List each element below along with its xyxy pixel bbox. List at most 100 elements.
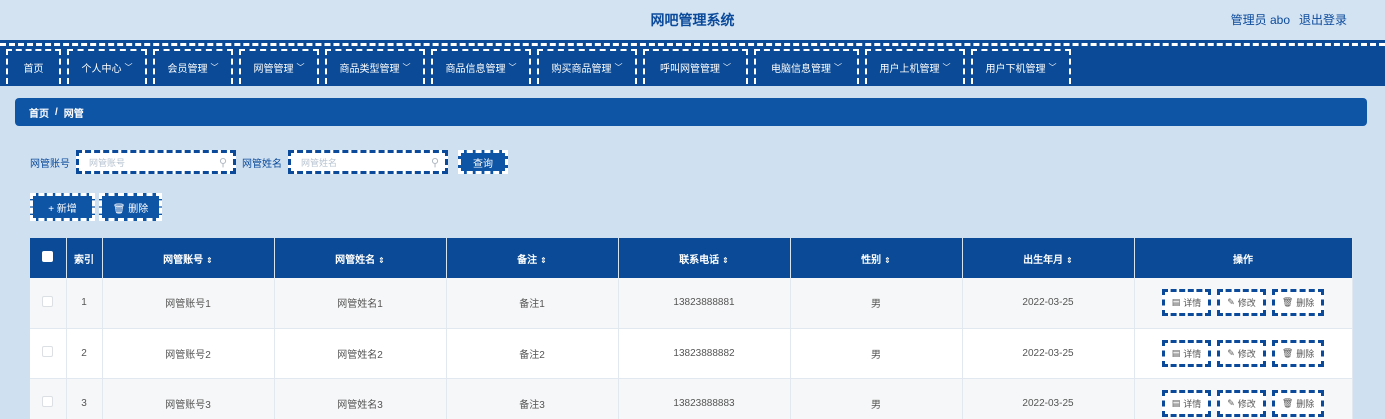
col-name[interactable]: 网管姓名 ⇕: [274, 238, 447, 278]
chevron-down-icon: ﹀: [834, 63, 842, 72]
cell-ops: ▤ 详情 ✎ 修改 🗑 删除: [1134, 328, 1353, 379]
chevron-down-icon: ﹀: [723, 63, 731, 72]
cell-ops: ▤ 详情 ✎ 修改 🗑 删除: [1134, 378, 1353, 419]
cell-account: 网管账号1: [102, 278, 275, 329]
sort-icon[interactable]: ⇕: [884, 256, 891, 265]
detail-button[interactable]: ▤ 详情: [1161, 339, 1212, 367]
chevron-down-icon: ﹀: [508, 63, 517, 72]
row-checkbox[interactable]: [42, 346, 54, 357]
edit-button[interactable]: ✎ 修改: [1217, 339, 1266, 367]
delete-button[interactable]: 🗑 删除: [1271, 389, 1325, 417]
trash-icon: 🗑: [1281, 297, 1294, 308]
nav-item[interactable]: 呼叫网管管理 ﹀: [643, 49, 748, 84]
sort-icon[interactable]: ⇕: [378, 256, 385, 265]
sort-icon[interactable]: ⇕: [540, 256, 547, 265]
cell-birth: 2022-03-25: [962, 378, 1135, 419]
cell-birth: 2022-03-25: [962, 328, 1135, 379]
table-row: 1 网管账号1 网管姓名1 备注1 13823888881 男 2022-03-25 ▤ 详情 ✎…: [30, 278, 1353, 329]
name-search-input[interactable]: 网管姓名 ⚲: [288, 150, 448, 174]
nav-item[interactable]: 购买商品管理 ﹀: [537, 49, 637, 84]
top-bar: 网吧管理系统 管理员 abo 退出登录: [0, 0, 1385, 40]
col-note[interactable]: 备注 ⇕: [446, 238, 619, 278]
select-all-cell[interactable]: [30, 238, 67, 278]
chevron-down-icon: ﹀: [402, 63, 411, 72]
cell-note: 备注2: [446, 328, 619, 379]
app-title: 网吧管理系统: [650, 12, 735, 28]
nav-item-label: 购买商品管理: [551, 64, 612, 75]
query-button[interactable]: 查询: [458, 150, 508, 174]
cell-gender: 男: [790, 328, 963, 379]
col-birth[interactable]: 出生年月 ⇕: [962, 238, 1135, 278]
select-all-checkbox[interactable]: [42, 251, 54, 262]
row-checkbox[interactable]: [42, 396, 54, 407]
current-user: 管理员 abo: [1230, 13, 1290, 27]
account-search-input[interactable]: 网管账号 ⚲: [76, 150, 236, 174]
nav-item[interactable]: 网管管理 ﹀: [239, 49, 319, 84]
nav-items: 首页 个人中心 ﹀ 会员管理 ﹀ 网管管理 ﹀ 商品类型管理 ﹀ 商品信息管理 ﹀ 购买商品管理 ﹀ 呼叫…: [6, 49, 1077, 84]
nav-item[interactable]: 商品类型管理 ﹀: [325, 49, 425, 84]
cell-phone: 13823888882: [618, 328, 791, 379]
breadcrumb-home[interactable]: 首页: [29, 105, 49, 120]
col-account[interactable]: 网管账号 ⇕: [102, 238, 275, 278]
cell-ops: ▤ 详情 ✎ 修改 🗑 删除: [1134, 278, 1353, 329]
chevron-down-icon: ﹀: [614, 63, 623, 72]
logout-link[interactable]: 退出登录: [1299, 11, 1347, 28]
sort-icon[interactable]: ⇕: [206, 256, 213, 265]
nav-item[interactable]: 电脑信息管理 ﹀: [754, 49, 859, 84]
col-gender[interactable]: 性别 ⇕: [790, 238, 963, 278]
cell-note: 备注1: [446, 278, 619, 329]
chevron-down-icon: ﹀: [1048, 63, 1057, 72]
nav-item-label: 商品信息管理: [445, 64, 506, 75]
action-bar: + 新增 🗑 删除: [30, 193, 166, 221]
pencil-icon: ✎: [1227, 347, 1235, 358]
cell-name: 网管姓名3: [274, 378, 447, 419]
nav-item[interactable]: 商品信息管理 ﹀: [431, 49, 531, 84]
row-select-cell[interactable]: [30, 328, 67, 379]
cell-note: 备注3: [446, 378, 619, 419]
nav-item-label: 呼叫网管管理: [660, 64, 720, 75]
cell-index: 3: [66, 378, 103, 419]
detail-button[interactable]: ▤ 详情: [1161, 289, 1212, 317]
nav-item[interactable]: 会员管理 ﹀: [153, 49, 233, 84]
chevron-down-icon: ﹀: [210, 63, 219, 72]
edit-button[interactable]: ✎ 修改: [1217, 389, 1266, 417]
breadcrumb: 首页 / 网管: [15, 98, 1367, 126]
detail-button[interactable]: ▤ 详情: [1161, 389, 1212, 417]
breadcrumb-current: 网管: [63, 108, 84, 120]
cell-gender: 男: [790, 278, 963, 329]
col-phone[interactable]: 联系电话 ⇕: [618, 238, 791, 278]
edit-button[interactable]: ✎ 修改: [1217, 289, 1266, 317]
cell-index: 1: [66, 278, 103, 329]
table-row: 3 网管账号3 网管姓名3 备注3 13823888883 男 2022-03-25 ▤ 详情 ✎…: [30, 378, 1353, 419]
sort-icon[interactable]: ⇕: [1066, 256, 1073, 265]
search-icon: ⚲: [218, 157, 227, 169]
account-label: 网管账号: [30, 158, 70, 170]
row-select-cell[interactable]: [30, 378, 67, 419]
row-checkbox[interactable]: [42, 295, 54, 307]
nav-item[interactable]: 用户上机管理 ﹀: [865, 49, 965, 84]
nav-item[interactable]: 用户下机管理 ﹀: [971, 49, 1071, 84]
delete-button[interactable]: 🗑 删除: [1271, 289, 1325, 317]
nav-item[interactable]: 个人中心 ﹀: [67, 49, 147, 84]
row-select-cell[interactable]: [30, 278, 67, 329]
nav-item-label: 用户下机管理: [985, 64, 1046, 75]
cell-name: 网管姓名2: [274, 328, 447, 379]
chevron-down-icon: ﹀: [942, 63, 951, 72]
table-row: 2 网管账号2 网管姓名2 备注2 13823888882 男 2022-03-25 ▤ 详情 ✎…: [30, 328, 1353, 379]
nav-divider: [0, 43, 1385, 46]
cell-birth: 2022-03-25: [962, 278, 1135, 329]
batch-delete-button[interactable]: 🗑 删除: [99, 193, 162, 221]
cell-gender: 男: [790, 378, 963, 419]
trash-icon: 🗑: [1281, 347, 1294, 358]
chevron-down-icon: ﹀: [296, 63, 305, 72]
cell-name: 网管姓名1: [274, 278, 447, 329]
sort-icon[interactable]: ⇕: [722, 256, 729, 265]
document-icon: ▤: [1171, 397, 1181, 408]
add-button[interactable]: + 新增: [30, 193, 95, 221]
delete-button[interactable]: 🗑 删除: [1271, 339, 1325, 367]
nav-item[interactable]: 首页: [6, 49, 61, 84]
nav-item-label: 首页: [23, 64, 44, 75]
cell-phone: 13823888881: [618, 278, 791, 329]
breadcrumb-separator: /: [55, 106, 58, 118]
nav-item-label: 个人中心: [81, 64, 122, 75]
